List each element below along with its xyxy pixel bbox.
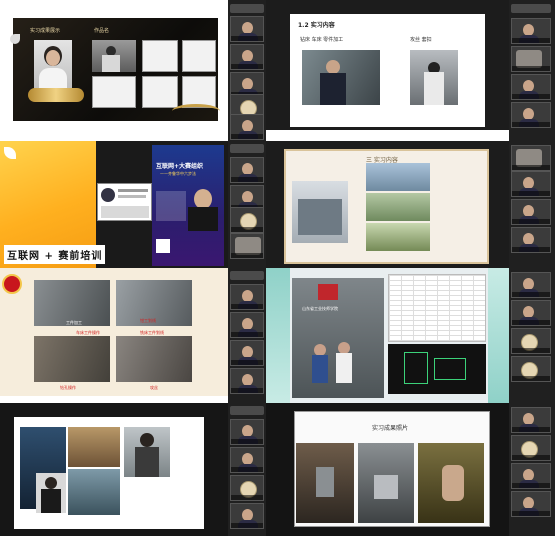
participant-avatar[interactable]: [230, 475, 264, 501]
group-photo-2: [366, 193, 430, 221]
participant-avatar[interactable]: [511, 328, 551, 354]
participant-strip-1: [228, 0, 266, 141]
participant-thumbnail[interactable]: [511, 407, 551, 433]
result-photo-3: [418, 443, 484, 523]
participant-thumbnail[interactable]: [230, 233, 264, 259]
drawing-sheet-1: [142, 40, 178, 72]
participant-thumbnail[interactable]: [511, 491, 551, 517]
participant-thumbnail[interactable]: [511, 300, 551, 326]
video-tile-4[interactable]: 三 实习内容: [266, 141, 509, 268]
participant-thumbnail[interactable]: [230, 284, 264, 310]
participant-strip-5: [228, 268, 266, 403]
participant-avatar[interactable]: [511, 356, 551, 382]
banner-text: 互联网 + 赛前培训: [4, 245, 106, 264]
participant-thumbnail[interactable]: [511, 18, 551, 44]
participant-strip-8: [509, 403, 555, 536]
lathe-photo: [302, 50, 380, 105]
cad-drawing: [388, 344, 486, 394]
spreadsheet: [388, 274, 486, 342]
caption-5: 钻孔操作: [60, 385, 76, 390]
participant-strip-2: [509, 0, 555, 141]
photo-lathe: [34, 336, 110, 382]
video-tile-3[interactable]: 互联网 + 赛前培训 互联网+大赛组织 ——齐鲁华中六步法: [0, 141, 228, 268]
participant-thumbnail[interactable]: [230, 368, 264, 394]
machine-photo: [68, 469, 120, 515]
slide-caption-left: 钻床 车床 零件加工: [300, 37, 344, 43]
tapping-photo: [410, 50, 458, 105]
gold-swoosh: [172, 104, 220, 118]
participant-strip-6: [509, 268, 555, 403]
participant-thumbnail[interactable]: [230, 340, 264, 366]
caption-6: 攻丝: [150, 385, 158, 390]
video-tile-8[interactable]: 实习成果照片: [266, 403, 509, 536]
gold-ribbon: [28, 88, 84, 102]
bookmark-icon: [10, 34, 20, 44]
participant-thumbnail[interactable]: [230, 44, 264, 70]
video-tile-5[interactable]: 工件加工 钳工划线 车床工件操作 铣床工件划线 钻孔操作 攻丝: [0, 268, 228, 396]
factory-photo: [292, 181, 348, 243]
participant-strip-3: [228, 141, 266, 268]
caption-3: 车床工件操作: [76, 330, 100, 335]
participant-thumbnail[interactable]: [511, 46, 551, 72]
student-portrait-photo: [34, 40, 72, 92]
result-photo-2: [358, 443, 414, 523]
result-photo-1: [296, 443, 354, 523]
sign-text: 山东省工业技师学院: [302, 306, 338, 311]
shared-window: [97, 183, 152, 221]
video-tile-1[interactable]: 实习成果展示 作品名: [0, 0, 228, 130]
participant-thumbnail[interactable]: [511, 227, 551, 253]
participant-strip-4: [509, 141, 555, 268]
teal-pattern: [266, 268, 290, 403]
participant-thumbnail[interactable]: [511, 463, 551, 489]
slide-title: 实习成果照片: [372, 425, 409, 432]
participant-avatar[interactable]: [511, 435, 551, 461]
participant-thumbnail[interactable]: [511, 199, 551, 225]
participant-thumbnail[interactable]: [230, 419, 264, 445]
participant-thumbnail[interactable]: [230, 157, 264, 183]
participant-thumbnail[interactable]: [230, 447, 264, 473]
slide-label-right: 作品名: [94, 28, 110, 34]
participant-thumbnail[interactable]: [230, 312, 264, 338]
poster: 互联网+大赛组织 ——齐鲁华中六步法: [152, 145, 224, 266]
participant-thumbnail[interactable]: [511, 145, 551, 171]
drawing-sheet-3: [92, 76, 136, 108]
slide-title: 1.2 实习内容: [298, 22, 335, 29]
poster-title: 互联网+大赛组织: [156, 163, 204, 170]
video-tile-6[interactable]: 山东省工业技师学院: [266, 268, 509, 403]
participant-thumbnail[interactable]: [230, 114, 264, 140]
participant-thumbnail[interactable]: [511, 74, 551, 100]
teal-pattern-right: [488, 268, 509, 403]
participant-thumbnail[interactable]: [230, 16, 264, 42]
group-photo-3: [366, 223, 430, 251]
photo-drill: [116, 336, 192, 382]
video-tile-7[interactable]: [0, 403, 228, 536]
student-photo: [36, 473, 66, 513]
slide-label-left: 实习成果展示: [30, 28, 61, 34]
participant-thumbnail[interactable]: [511, 102, 551, 128]
drawing-sheet-2: [182, 40, 216, 72]
party-emblem-icon: [2, 274, 22, 294]
caption-1: 工件加工: [66, 320, 82, 325]
participant-avatar[interactable]: [230, 207, 264, 233]
portrait-photo: [124, 427, 170, 477]
poster-subtitle: ——齐鲁华中六步法: [160, 171, 196, 176]
group-photo-1: [366, 163, 430, 191]
caption-4: 铣床工件划线: [140, 330, 164, 335]
caption-2: 钳工划线: [140, 318, 156, 323]
crane-photo: [68, 427, 120, 467]
participant-thumbnail[interactable]: [511, 171, 551, 197]
workshop-photo: [92, 40, 136, 72]
slide-caption-right: 攻丝 套扣: [410, 37, 432, 43]
participant-thumbnail[interactable]: [230, 503, 264, 529]
video-tile-2[interactable]: 1.2 实习内容 钻床 车床 零件加工 攻丝 套扣: [266, 0, 509, 130]
participant-thumbnail[interactable]: [511, 272, 551, 298]
drawing-sheet-4: [142, 76, 178, 108]
sign-photo: 山东省工业技师学院: [292, 278, 384, 398]
participant-strip-7: [228, 403, 266, 536]
